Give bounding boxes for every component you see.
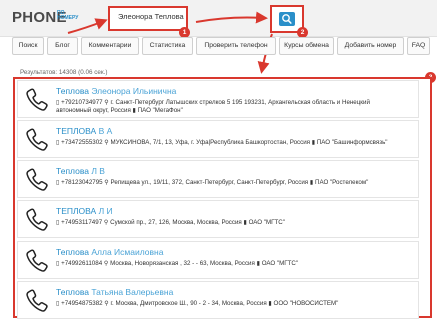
result-surname: Теплова xyxy=(56,86,89,96)
result-details: ▯ +79210734977 ⚲ г. Санкт-Петербург Латы… xyxy=(56,99,370,114)
result-details: ▯ +74992611084 ⚲ Москва, Новорязанская ,… xyxy=(56,260,299,267)
phone-icon xyxy=(24,86,50,112)
result-surname: ТЕПЛОВА xyxy=(56,126,97,136)
result-details: ▯ +74953117497 ⚲ Сумской пр., 27, 126, М… xyxy=(56,219,285,226)
result-card: Теплова Л В ▯ +78123042795 ⚲ Репищева ул.… xyxy=(17,160,419,198)
result-surname: Теплова xyxy=(56,247,89,257)
result-name-link[interactable]: Теплова Татьяна Валерьевна xyxy=(56,287,173,297)
result-given-name: Л И xyxy=(98,206,113,216)
phone-icon xyxy=(24,287,50,313)
nav-add-number[interactable]: Добавить номер xyxy=(337,37,404,55)
result-card: Теплова Элеонора Ильинична ▯ +79210734977… xyxy=(17,80,419,118)
result-card: Теплова Татьяна Валерьевна ▯ +74954875382… xyxy=(17,281,419,319)
result-name-link[interactable]: Теплова Элеонора Ильинична xyxy=(56,86,176,96)
results-count: Результатов: 14308 (0.06 сек.) xyxy=(20,69,108,76)
phone-icon xyxy=(24,206,50,232)
result-given-name: В А xyxy=(98,126,113,136)
search-field-frame xyxy=(108,6,188,31)
result-given-name: Элеонора Ильинична xyxy=(91,86,177,96)
result-details: ▯ +73472555302 ⚲ МУКСИНОВА, 7/1, 13, Уфа… xyxy=(56,139,388,146)
top-bar: PHONE ПО НОМЕРУ xyxy=(0,0,437,37)
logo-sub-line-2: НОМЕРУ xyxy=(57,15,79,21)
result-card: ТЕПЛОВА Л И ▯ +74953117497 ⚲ Сумской пр.,… xyxy=(17,200,419,238)
result-details: ▯ +78123042795 ⚲ Репищева ул., 19/11, 37… xyxy=(56,179,369,186)
nav-search[interactable]: Поиск xyxy=(12,37,44,55)
result-surname: Теплова xyxy=(56,287,89,297)
search-input[interactable] xyxy=(118,12,184,21)
result-name-link[interactable]: Теплова Алла Исмаиловна xyxy=(56,247,163,257)
search-button[interactable] xyxy=(279,12,295,26)
result-given-name: Алла Исмаиловна xyxy=(91,247,164,257)
result-given-name: Л В xyxy=(91,166,105,176)
result-name-link[interactable]: Теплова Л В xyxy=(56,166,105,176)
result-card: Теплова Алла Исмаиловна ▯ +74992611084 ⚲ … xyxy=(17,241,419,279)
result-details: ▯ +74954875382 ⚲ г. Москва, Дмитровское … xyxy=(56,300,339,307)
phone-icon xyxy=(24,166,50,192)
phone-icon xyxy=(24,126,50,152)
result-surname: Теплова xyxy=(56,166,89,176)
search-icon xyxy=(282,14,292,24)
result-name-link[interactable]: ТЕПЛОВА В А xyxy=(56,126,112,136)
logo-subtitle: ПО НОМЕРУ xyxy=(57,11,78,21)
result-given-name: Татьяна Валерьевна xyxy=(91,287,174,297)
result-card: ТЕПЛОВА В А ▯ +73472555302 ⚲ МУКСИНОВА, 7… xyxy=(17,120,419,158)
nav-blog[interactable]: Блог xyxy=(47,37,78,55)
nav-check-phone[interactable]: Проверить телефон xyxy=(196,37,276,55)
nav-statistics[interactable]: Статистика xyxy=(142,37,193,55)
phone-icon xyxy=(24,247,50,273)
nav-exchange-rates[interactable]: Курсы обмена xyxy=(279,37,334,55)
result-surname: ТЕПЛОВА xyxy=(56,206,97,216)
nav-faq[interactable]: FAQ xyxy=(407,37,430,55)
result-name-link[interactable]: ТЕПЛОВА Л И xyxy=(56,206,113,216)
nav-comments[interactable]: Комментарии xyxy=(81,37,139,55)
